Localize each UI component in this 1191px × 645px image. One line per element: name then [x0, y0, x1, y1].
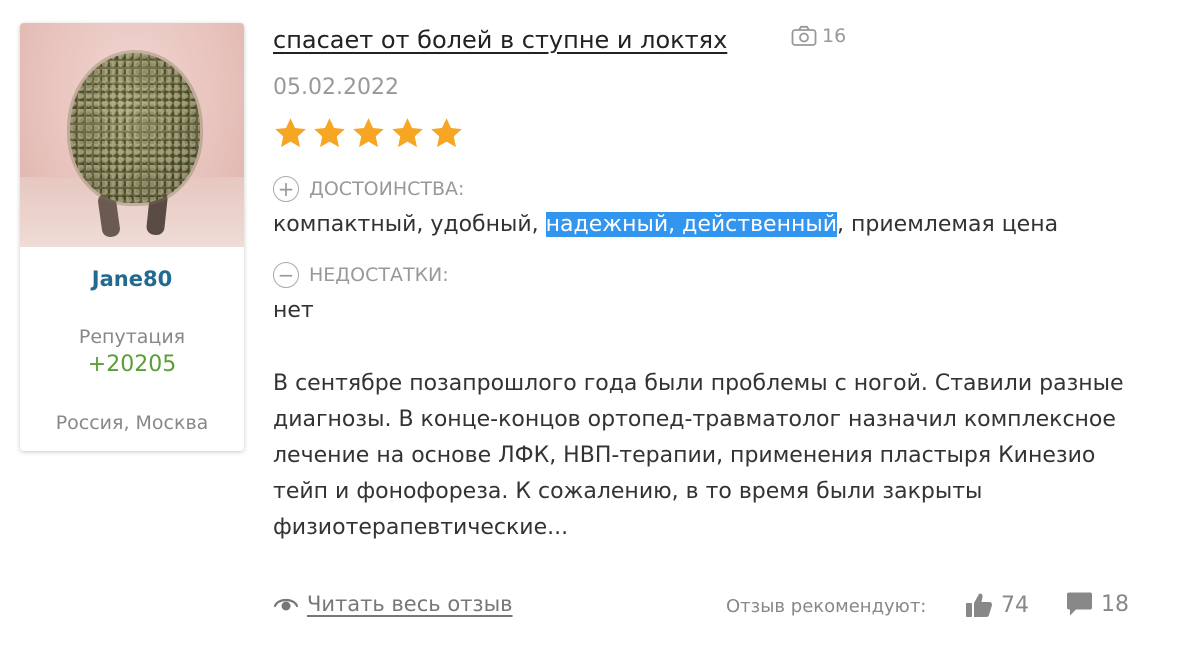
review-excerpt-line: тейп и фонофореза. К сожалению, в то вре… [273, 479, 983, 504]
plus-circle-icon: + [273, 176, 299, 202]
review-date: 05.02.2022 [273, 75, 399, 100]
eye-icon [273, 598, 299, 611]
rating-stars [273, 116, 464, 151]
read-full-review-label: Читать весь отзыв [307, 592, 513, 616]
likes-count: 74 [1001, 592, 1029, 618]
star-icon [314, 118, 345, 148]
pros-label: ДОСТОИНСТВА: [309, 178, 465, 200]
star-icon [431, 118, 462, 148]
pros-text-highlighted: надежный, действенный [545, 212, 838, 237]
reputation-value: +20205 [87, 352, 177, 377]
like-button[interactable]: 74 [965, 592, 1029, 618]
review-excerpt-line: В сентябре позапрошлого года были пробле… [273, 371, 1124, 396]
author-card: Jane80 Репутация +20205 Россия, Москва [20, 23, 244, 451]
minus-circle-icon: − [273, 262, 299, 288]
comments-count: 18 [1101, 592, 1129, 617]
pros-text-start: компактный, удобный, [273, 212, 546, 237]
star-icon [353, 118, 384, 148]
comment-icon [1067, 592, 1092, 616]
author-name[interactable]: Jane80 [20, 267, 244, 291]
author-location: Россия, Москва [55, 412, 209, 434]
camera-icon [791, 25, 817, 46]
photo-count-value: 16 [822, 25, 847, 47]
comments-button[interactable]: 18 [1066, 592, 1129, 617]
review-title[interactable]: спасает от болей в ступне и локтях [273, 26, 727, 54]
avatar-hedgehog [70, 53, 200, 203]
thumbs-up-icon [966, 593, 993, 617]
read-full-review-link[interactable]: Читать весь отзыв [273, 592, 513, 616]
review-excerpt: В сентябре позапрошлого года были пробле… [273, 366, 1173, 546]
author-avatar[interactable] [20, 23, 244, 247]
cons-heading: − НЕДОСТАТКИ: [273, 262, 449, 288]
photo-count[interactable]: 16 [791, 25, 846, 47]
pros-text: компактный, удобный, надежный, действенн… [273, 212, 1058, 237]
star-icon [275, 118, 306, 148]
review-excerpt-line: лечение на основе ЛФК, НВП-терапии, прим… [273, 443, 1096, 468]
cons-label: НЕДОСТАТКИ: [309, 264, 449, 286]
recommend-label: Отзыв рекомендуют: [726, 596, 927, 617]
pros-heading: + ДОСТОИНСТВА: [273, 176, 464, 202]
reputation-label: Репутация [78, 326, 186, 348]
pros-text-end: , приемлемая цена [837, 212, 1059, 237]
review-excerpt-line: диагнозы. В конце-концов ортопед-травмат… [273, 407, 1116, 432]
star-icon [392, 118, 423, 148]
cons-text: нет [273, 298, 314, 323]
review-excerpt-line: физиотерапевтические... [273, 515, 569, 540]
